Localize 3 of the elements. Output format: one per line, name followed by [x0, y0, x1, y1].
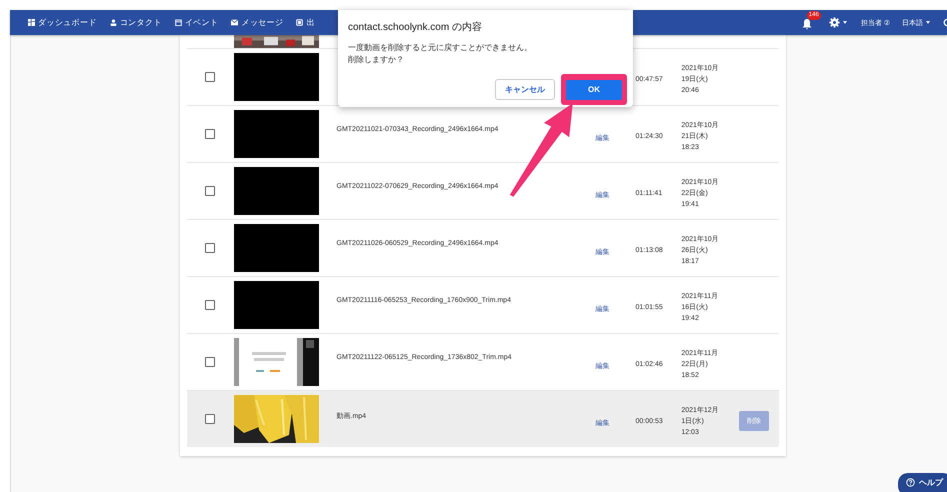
dialog-message: 削除しますか？ — [348, 54, 405, 66]
dialog-message: 一度動画を削除すると元に戻すことができません。 — [348, 42, 533, 54]
dialog-title: contact.schoolynk.com の内容 — [348, 20, 483, 34]
